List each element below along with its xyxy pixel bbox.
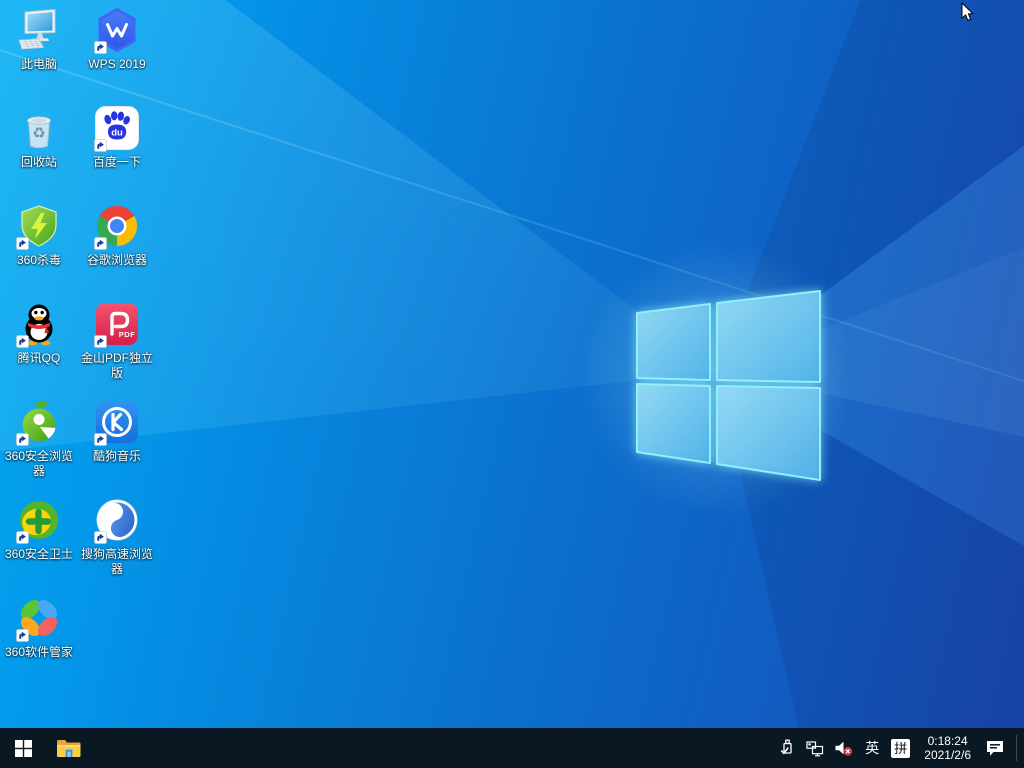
network-tray-icon[interactable] bbox=[801, 728, 829, 768]
sogou-s-icon bbox=[93, 496, 141, 544]
desktop-icon-label: 360软件管家 bbox=[1, 645, 77, 660]
shield-lightning-icon bbox=[15, 202, 63, 250]
desktop-icon-360-safeguard[interactable]: 360安全卫士 bbox=[1, 496, 77, 562]
file-explorer-icon bbox=[56, 737, 82, 759]
volume-muted-tray-icon[interactable] bbox=[829, 728, 858, 768]
desktop-icon-label: 360安全卫士 bbox=[1, 547, 77, 562]
desktop-icon-label: 百度一下 bbox=[79, 155, 155, 170]
shortcut-arrow-icon bbox=[94, 237, 107, 250]
desktop-icon-chrome[interactable]: 谷歌浏览器 bbox=[79, 202, 155, 268]
clock-date: 2021/2/6 bbox=[924, 748, 971, 762]
desktop-icon-label: 此电脑 bbox=[1, 57, 77, 72]
four-petal-pinwheel-icon bbox=[15, 594, 63, 642]
shortcut-arrow-icon bbox=[94, 335, 107, 348]
desktop-icon-kingsoft-pdf[interactable]: PDF 金山PDF独立版 bbox=[79, 300, 155, 381]
shortcut-arrow-icon bbox=[16, 629, 29, 642]
ime-pinyin-badge: 拼 bbox=[891, 739, 910, 758]
desktop-icon-recycle-bin[interactable]: ♻ 回收站 bbox=[1, 104, 77, 170]
windows-start-icon bbox=[15, 740, 32, 757]
desktop-icon-label: 谷歌浏览器 bbox=[79, 253, 155, 268]
shortcut-arrow-icon bbox=[94, 41, 107, 54]
desktop-icon-this-pc[interactable]: 此电脑 bbox=[1, 6, 77, 72]
qq-penguin-icon bbox=[15, 300, 63, 348]
screen: 此电脑 WPS 2019 bbox=[0, 0, 1024, 768]
desktop-icon-tencent-qq[interactable]: 腾讯QQ bbox=[1, 300, 77, 366]
desktop-icon-360-antivirus[interactable]: 360杀毒 bbox=[1, 202, 77, 268]
green-e-browser-icon bbox=[15, 398, 63, 446]
green-plus-circle-icon bbox=[15, 496, 63, 544]
clock-time: 0:18:24 bbox=[928, 734, 968, 748]
recycle-bin-icon: ♻ bbox=[15, 104, 63, 152]
pdf-icon: PDF bbox=[93, 300, 141, 348]
system-tray: 英 拼 0:18:24 2021/2/6 bbox=[774, 728, 1024, 768]
shortcut-arrow-icon bbox=[94, 139, 107, 152]
taskbar: 英 拼 0:18:24 2021/2/6 bbox=[0, 728, 1024, 768]
desktop-icon-360-software-manager[interactable]: 360软件管家 bbox=[1, 594, 77, 660]
desktop-icon-baidu[interactable]: du 百度一下 bbox=[79, 104, 155, 170]
action-center-button[interactable] bbox=[980, 728, 1010, 768]
shortcut-arrow-icon bbox=[16, 531, 29, 544]
wps-2019-icon bbox=[93, 6, 141, 54]
desktop-icon-360-browser[interactable]: 360安全浏览器 bbox=[1, 398, 77, 479]
desktop-icon-kugou[interactable]: 酷狗音乐 bbox=[79, 398, 155, 464]
svg-text:du: du bbox=[111, 128, 123, 139]
shortcut-arrow-icon bbox=[16, 433, 29, 446]
kugou-k-icon bbox=[93, 398, 141, 446]
shortcut-arrow-icon bbox=[94, 531, 107, 544]
usb-device-tray-icon[interactable] bbox=[774, 728, 801, 768]
show-desktop-button[interactable] bbox=[1017, 728, 1024, 768]
desktop-icon-label: 金山PDF独立版 bbox=[79, 351, 155, 381]
clock[interactable]: 0:18:24 2021/2/6 bbox=[915, 728, 980, 768]
desktop-icon-label: 360安全浏览器 bbox=[1, 449, 77, 479]
file-explorer-button[interactable] bbox=[46, 728, 92, 768]
desktop-icon-label: 酷狗音乐 bbox=[79, 449, 155, 464]
start-button[interactable] bbox=[0, 728, 46, 768]
desktop-icon-label: 360杀毒 bbox=[1, 253, 77, 268]
chrome-icon bbox=[93, 202, 141, 250]
desktop-icon-sogou[interactable]: 搜狗高速浏览器 bbox=[79, 496, 155, 577]
desktop-icon-label: 腾讯QQ bbox=[1, 351, 77, 366]
svg-text:PDF: PDF bbox=[119, 330, 136, 339]
baidu-paw-icon: du bbox=[93, 104, 141, 152]
svg-text:♻: ♻ bbox=[32, 124, 45, 142]
action-center-icon bbox=[985, 739, 1005, 757]
language-indicator[interactable]: 英 bbox=[858, 728, 886, 768]
desktop-icon-wps-2019[interactable]: WPS 2019 bbox=[79, 6, 155, 72]
desktop-icon-label: 回收站 bbox=[1, 155, 77, 170]
desktop-background[interactable]: 此电脑 WPS 2019 bbox=[0, 0, 1024, 728]
shortcut-arrow-icon bbox=[16, 237, 29, 250]
ime-indicator[interactable]: 拼 bbox=[886, 728, 915, 768]
desktop-icon-label: WPS 2019 bbox=[79, 57, 155, 72]
desktop-icon-label: 搜狗高速浏览器 bbox=[79, 547, 155, 577]
this-pc-icon bbox=[15, 6, 63, 54]
shortcut-arrow-icon bbox=[16, 335, 29, 348]
shortcut-arrow-icon bbox=[94, 433, 107, 446]
